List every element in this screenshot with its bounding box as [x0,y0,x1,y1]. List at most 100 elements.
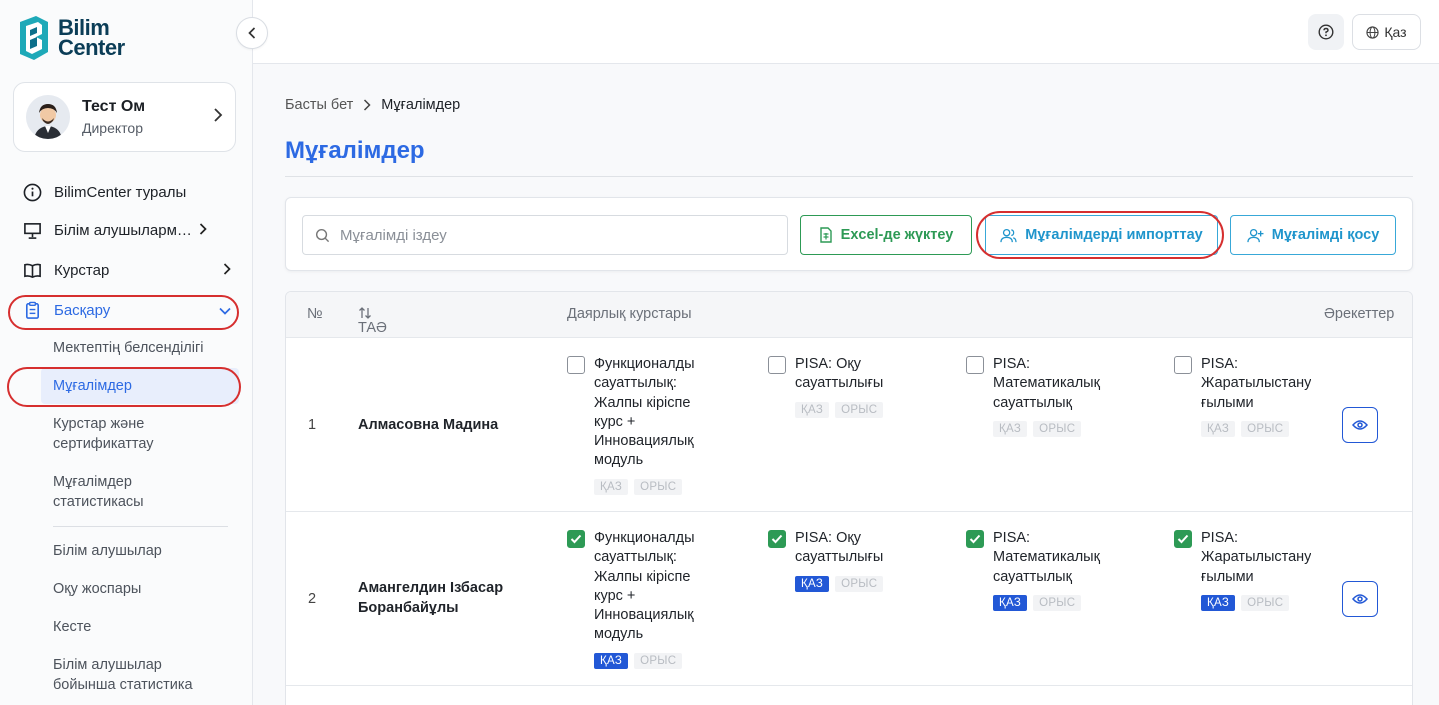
course-checkbox[interactable] [768,356,786,374]
teacher-name: Алмасовна Мадина [358,417,499,433]
course-cell: PISA: Жаратылыстану ғылыми сауаттылық ҚА… [1174,529,1311,611]
globe-icon [1366,25,1380,39]
course-cell: Функционалды сауаттылық: Жалпы кіріспе к… [567,355,712,495]
sidebar-item-about[interactable]: BilimCenter туралы [0,172,253,212]
language-label: Қаз [1384,24,1407,40]
user-name: Тест Ом [82,98,146,115]
lang-tag-kz[interactable]: ҚАЗ [993,420,1028,437]
chevron-left-icon [248,27,256,39]
course-title: PISA: Математикалық сауаттылық [993,356,1100,411]
eye-icon [1352,594,1368,604]
sidebar-subitem-schedule[interactable]: Кесте [0,617,91,637]
check-icon [969,534,981,544]
chevron-right-icon [223,262,231,278]
breadcrumb-current: Мұғалімдер [381,97,461,113]
course-title: PISA: Математикалық сауаттылық [993,530,1100,585]
lang-tag-kz[interactable]: ҚАЗ [795,575,830,592]
eye-icon [1352,420,1368,430]
check-icon [570,534,582,544]
sidebar-collapse-button[interactable] [236,17,268,49]
course-checkbox[interactable] [1174,356,1192,374]
lang-tag-kz[interactable]: ҚАЗ [594,478,629,495]
col-header-num: № [307,306,323,322]
sidebar-subitem-learner-stats[interactable]: Білім алушылар бойынша статистика [0,655,193,695]
chevron-right-icon [364,99,371,111]
lang-tag-kz[interactable]: ҚАЗ [594,652,629,669]
col-header-name-label: ТАӘ [358,320,387,336]
annotation-circle-teachers [7,367,241,407]
lang-tag-ru[interactable]: ОРЫС [835,575,884,592]
add-teacher-button[interactable]: Мұғалімді қосу [1230,215,1396,255]
lang-tag-kz[interactable]: ҚАЗ [993,594,1028,611]
course-cell: Функционалды сауаттылық: Жалпы кіріспе к… [567,529,712,669]
course-checkbox[interactable] [768,530,786,548]
col-header-actions: Әрекеттер [1324,306,1395,322]
chevron-right-icon [199,222,207,238]
sidebar-item-courses[interactable]: Курстар [0,250,253,290]
sidebar-divider [53,526,228,527]
view-button[interactable] [1342,407,1378,443]
lang-tag-kz[interactable]: ҚАЗ [795,401,830,418]
course-title: Функционалды сауаттылық: Жалпы кіріспе к… [594,530,695,643]
breadcrumb-home[interactable]: Басты бет [285,97,353,113]
course-title: PISA: Жаратылыстану ғылыми сауаттылық [1201,356,1311,411]
course-checkbox[interactable] [1174,530,1192,548]
lang-tag-ru[interactable]: ОРЫС [1033,420,1082,437]
lang-tag-ru[interactable]: ОРЫС [634,478,683,495]
sidebar-subitem-plan[interactable]: Оқу жоспары [0,579,141,599]
lang-tag-ru[interactable]: ОРЫС [634,652,683,669]
course-checkbox[interactable] [567,356,585,374]
sidebar-subitem-label: Білім алушылар [53,543,162,559]
course-cell: PISA: Математикалық сауаттылық ҚАЗ ОРЫС [966,355,1111,437]
lang-tag-ru[interactable]: ОРЫС [1241,595,1290,611]
sidebar-item-students[interactable]: Білім алушылармен жұмыс [0,210,253,250]
sidebar: Bilim Center Тест Ом Директор BilimCente… [0,0,253,705]
chevron-right-icon [213,107,223,127]
course-cell: PISA: Математикалық сауаттылық ҚАЗ ОРЫС [966,529,1111,611]
sidebar-subitem-learners[interactable]: Білім алушылар [0,541,162,561]
check-icon [1177,534,1189,544]
annotation-circle-manage [8,295,239,330]
sidebar-subitem-label: Мұғалімдер [53,474,132,490]
table-row: 1 Алмасовна Мадина Функционалды сауаттыл… [286,338,1412,512]
sidebar-subitem-label: Мектептің белсенділігі [53,340,204,356]
col-header-courses: Даярлық курстары [567,306,692,322]
user-plus-icon [1247,228,1264,242]
course-checkbox[interactable] [966,356,984,374]
search-input[interactable] [340,226,787,244]
sidebar-item-label: Білім алушылармен жұмыс [54,221,199,239]
sidebar-subitem-teacher-stats[interactable]: Мұғалімдер статистикасы [0,472,144,512]
lang-tag-ru[interactable]: ОРЫС [835,401,884,418]
excel-download-button[interactable]: Excel-де жүктеу [800,215,972,255]
sidebar-subitem-certification[interactable]: Курстар және сертификаттау [0,414,154,454]
add-teacher-label: Мұғалімді қосу [1271,227,1380,243]
teacher-name: Амангелдин Ізбасар Боранбайұлы [358,580,504,616]
help-button[interactable] [1308,14,1344,50]
logo-text-line2: Center [58,35,125,60]
course-title: Функционалды сауаттылық: Жалпы кіріспе к… [594,356,695,469]
user-card[interactable]: Тест Ом Директор [13,82,236,152]
col-header-name[interactable]: ТАӘ [358,306,387,336]
user-role: Директор [82,120,143,136]
annotation-circle-import [976,211,1224,259]
lang-tag-kz[interactable]: ҚАЗ [1201,595,1236,611]
view-button[interactable] [1342,581,1378,617]
info-icon [22,182,42,202]
logo[interactable]: Bilim Center [16,14,125,62]
sidebar-subitem-label: Оқу жоспары [53,581,142,597]
language-button[interactable]: Қаз [1352,14,1421,50]
presentation-icon [22,220,42,240]
breadcrumb: Басты бет Мұғалімдер [285,97,460,113]
search-box [302,215,788,255]
sidebar-subitem-activity[interactable]: Мектептің белсенділігі [0,338,204,358]
book-icon [22,260,42,280]
lang-tag-ru[interactable]: ОРЫС [1033,594,1082,611]
course-checkbox[interactable] [966,530,984,548]
course-checkbox[interactable] [567,530,585,548]
sort-icon [359,307,371,319]
lang-tag-ru[interactable]: ОРЫС [1241,421,1290,437]
check-icon [771,534,783,544]
sidebar-item-label: Курстар [54,261,110,279]
lang-tag-kz[interactable]: ҚАЗ [1201,421,1236,437]
teachers-table: № ТАӘ Даярлық курстары Әрекеттер 1 Алмас… [285,291,1413,705]
